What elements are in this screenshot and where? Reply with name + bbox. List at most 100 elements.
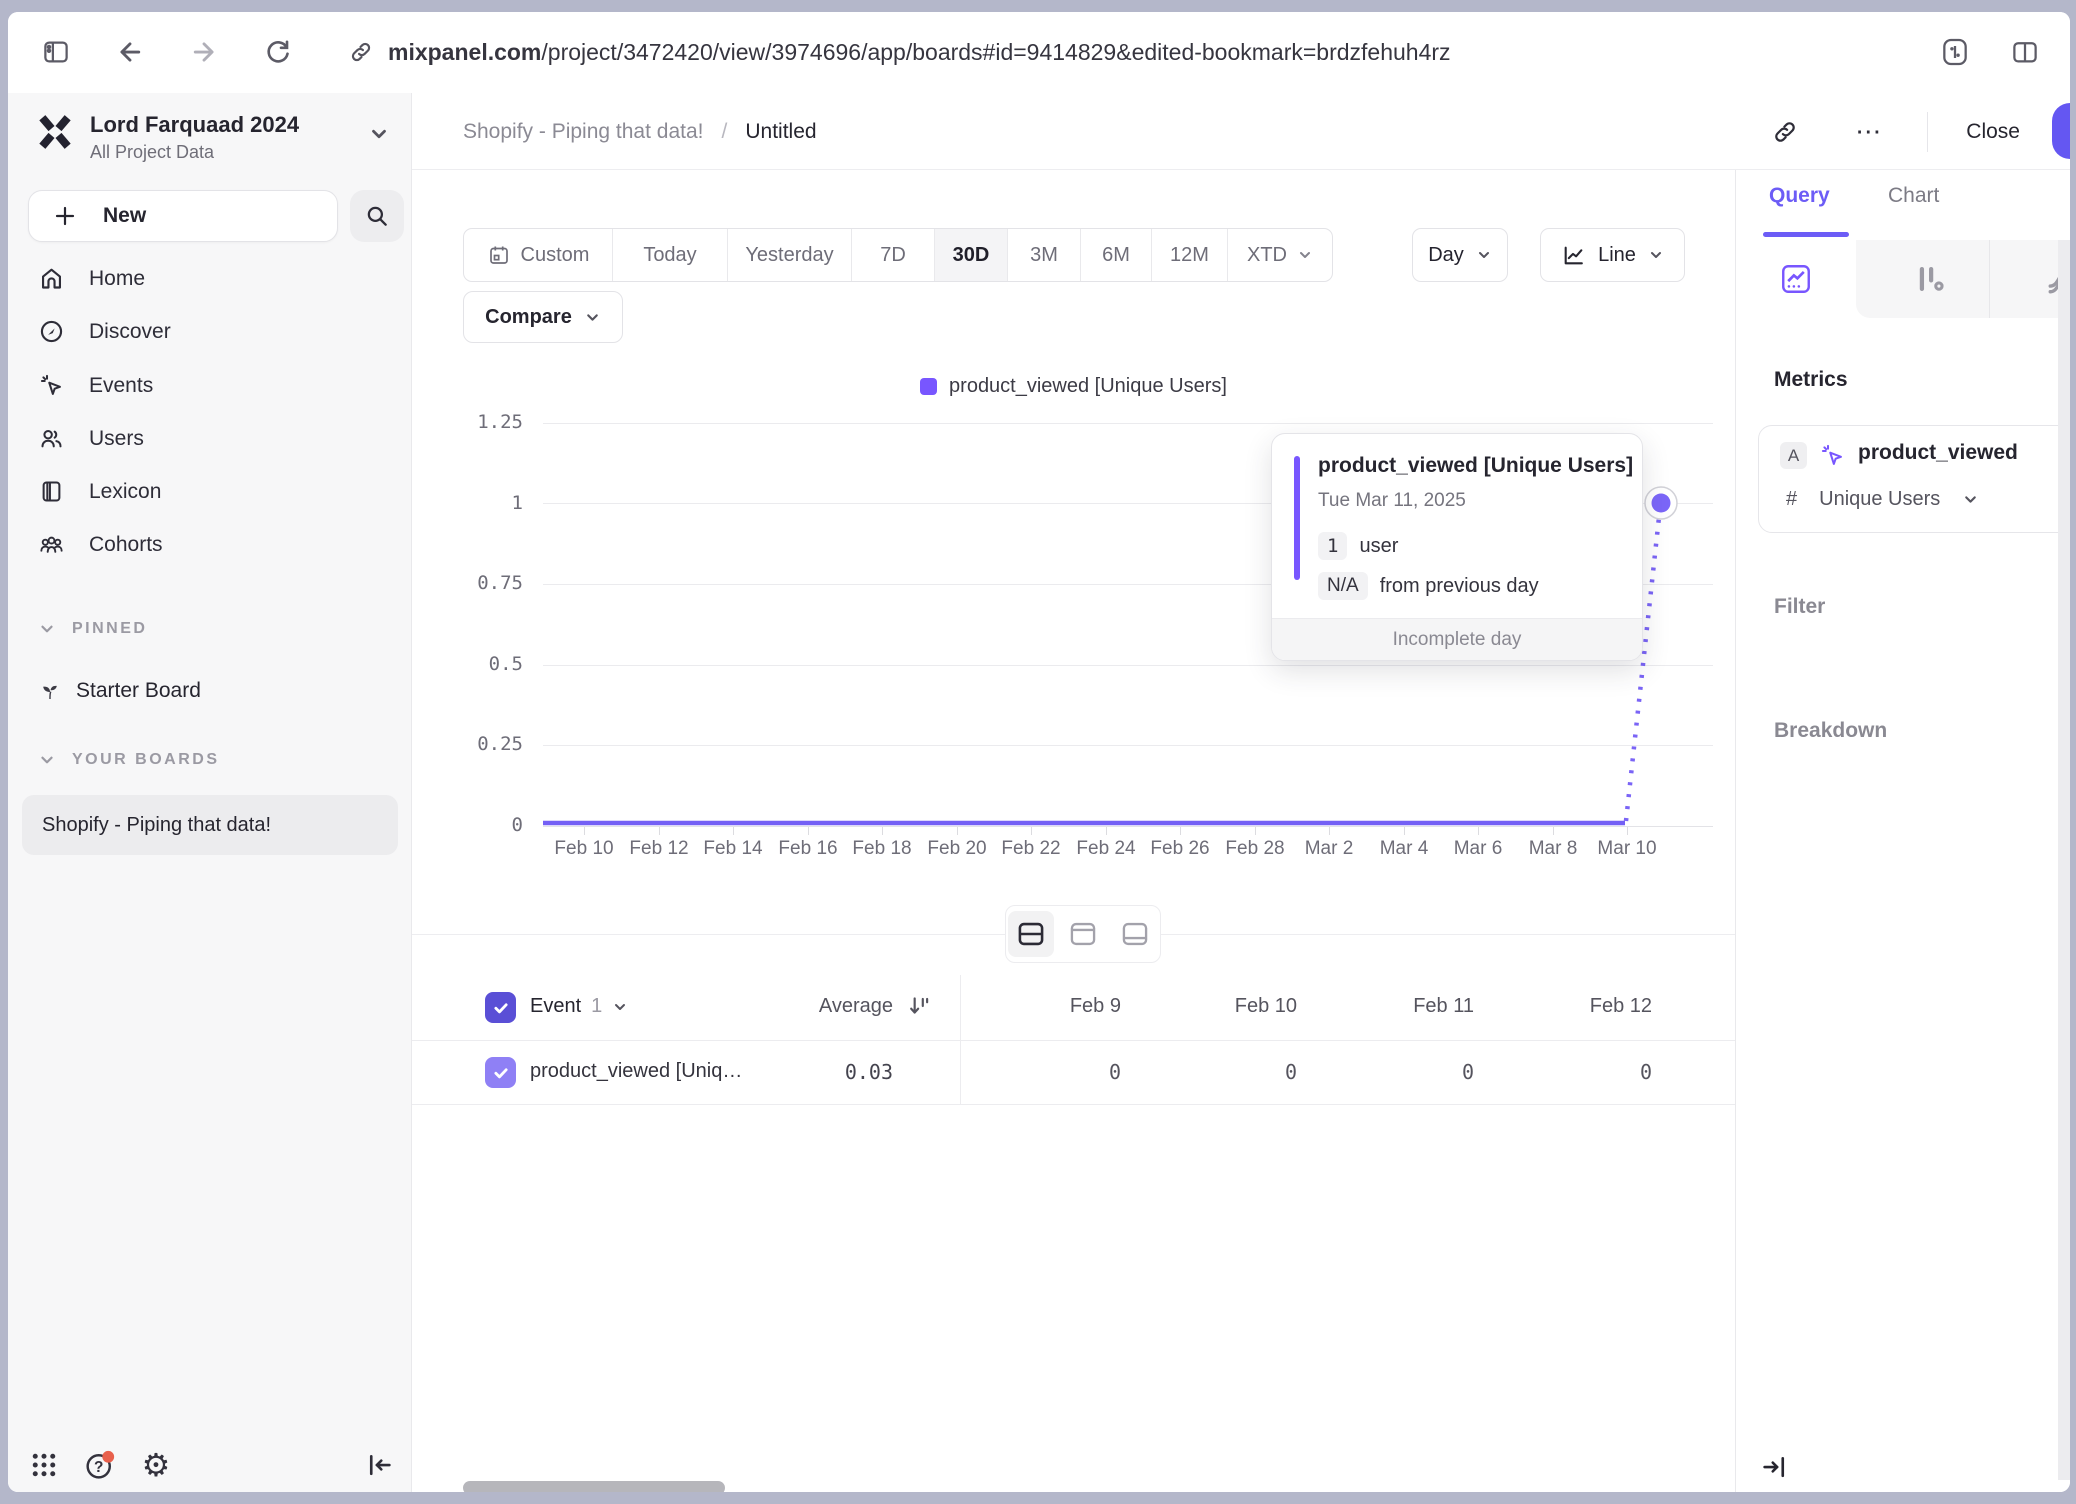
metric-card[interactable]: A product_viewed # Unique Users [1758, 425, 2070, 533]
row-checkbox[interactable] [485, 1057, 516, 1088]
breadcrumb-report[interactable]: Untitled [745, 120, 816, 144]
url-path: /project/3472420/view/3974696/app/boards… [541, 39, 1450, 65]
metric-event-name[interactable]: product_viewed [1858, 441, 2018, 465]
sidebar-item-label: Cohorts [89, 533, 163, 557]
insights-tab[interactable] [1736, 240, 1856, 318]
settings-gear-icon[interactable]: ⚙ [136, 1445, 176, 1485]
sidebar-item-board-shopify[interactable]: Shopify - Piping that data! [22, 795, 398, 855]
chevron-down-icon [612, 999, 628, 1015]
url-bar[interactable]: mixpanel.com/project/3472420/view/397469… [348, 30, 1451, 74]
sidebar-item-discover[interactable]: Discover [8, 305, 412, 358]
search-button[interactable] [350, 190, 404, 242]
copy-link-icon[interactable] [1771, 118, 1799, 146]
event-cursor-icon [1819, 442, 1846, 469]
event-cursor-icon [38, 372, 65, 399]
select-all-checkbox[interactable] [485, 992, 516, 1023]
more-options-icon[interactable]: ⋯ [1855, 116, 1883, 147]
tooltip-delta: N/A [1318, 572, 1368, 600]
forward-icon[interactable] [182, 30, 226, 74]
url-host: mixpanel.com [388, 39, 541, 65]
report-content: Custom Today Yesterday 7D 30D 3M 6M 12M … [412, 170, 1735, 1492]
sidebar-item-home[interactable]: Home [8, 252, 412, 305]
sidebar-item-users[interactable]: Users [8, 412, 412, 465]
mixpanel-logo-icon [36, 113, 74, 151]
pinned-section-header[interactable]: PINNED [38, 620, 147, 638]
tooltip-title: product_viewed [Unique Users] [1318, 454, 1633, 478]
tab-divider [1989, 240, 1990, 318]
date-column-header[interactable]: Feb 11 [1297, 995, 1474, 1018]
breakdown-section-label[interactable]: Breakdown [1774, 719, 1887, 743]
tab-chart[interactable]: Chart [1888, 184, 1939, 208]
metric-aggregation[interactable]: # Unique Users [1786, 488, 1979, 511]
lexicon-icon [38, 478, 65, 505]
new-button[interactable]: New [28, 190, 338, 242]
cohorts-icon [38, 531, 65, 558]
browser-sidebar-toggle-icon[interactable] [34, 30, 78, 74]
save-button-edge[interactable] [2052, 103, 2070, 159]
filter-section-label[interactable]: Filter [1774, 595, 1825, 619]
collapse-panel-icon[interactable] [1759, 1452, 1789, 1482]
table-row[interactable]: product_viewed [Unique Users] 0.03 0 0 0… [412, 1040, 1735, 1105]
search-icon [364, 203, 390, 229]
breadcrumb-board[interactable]: Shopify - Piping that data! [463, 120, 704, 144]
compass-icon [38, 318, 65, 345]
row-average-value: 0.03 [733, 1060, 893, 1084]
layout-toggle-group [1005, 905, 1161, 963]
apps-grid-icon[interactable] [24, 1445, 64, 1485]
sidebar-item-cohorts[interactable]: Cohorts [8, 518, 412, 571]
sort-icon[interactable] [906, 993, 932, 1019]
layout-split-button[interactable] [1008, 911, 1054, 957]
sidebar-item-label: Discover [89, 320, 171, 344]
query-panel: Query Chart Metrics A [1735, 170, 2070, 1492]
row-cell-value: 0 [1297, 1060, 1474, 1084]
page-settings-icon[interactable] [1933, 30, 1977, 74]
sidebar-item-starter-board[interactable]: Starter Board [38, 679, 201, 703]
sprout-icon [38, 679, 62, 703]
project-scope: All Project Data [90, 142, 214, 163]
event-column-header[interactable]: Event 1 [530, 995, 628, 1018]
panel-scrollbar-track[interactable] [2058, 240, 2070, 1480]
data-point [1652, 494, 1671, 513]
layout-table-only-button[interactable] [1112, 911, 1158, 957]
project-name[interactable]: Lord Farquaad 2024 [90, 112, 299, 138]
main-area: Shopify - Piping that data! / Untitled ⋯… [412, 93, 2070, 1492]
tooltip-accent-bar [1294, 456, 1300, 580]
sidebar-item-lexicon[interactable]: Lexicon [8, 465, 412, 518]
metric-letter-chip: A [1780, 442, 1807, 469]
breadcrumb: Shopify - Piping that data! / Untitled [463, 93, 817, 170]
split-view-icon[interactable] [2003, 30, 2047, 74]
sidebar-item-events[interactable]: Events [8, 359, 412, 412]
date-column-header[interactable]: Feb 9 [944, 995, 1121, 1018]
close-button[interactable]: Close [1966, 120, 2020, 144]
back-icon[interactable] [108, 30, 152, 74]
board-header: Shopify - Piping that data! / Untitled ⋯… [412, 93, 2070, 170]
row-event-name: product_viewed [Unique Users] [530, 1060, 744, 1083]
your-boards-section-header[interactable]: YOUR BOARDS [38, 751, 220, 769]
tab-query[interactable]: Query [1769, 184, 1830, 208]
row-cell-value: 0 [1475, 1060, 1652, 1084]
aggregation-label: Unique Users [1819, 488, 1940, 511]
sidebar-item-label: Lexicon [89, 480, 161, 504]
users-icon [38, 425, 65, 452]
pinned-label: PINNED [72, 620, 147, 638]
help-icon[interactable]: ? [80, 1445, 120, 1485]
date-column-header[interactable]: Feb 10 [1120, 995, 1297, 1018]
your-boards-label: YOUR BOARDS [72, 751, 220, 769]
layout-chart-only-button[interactable] [1060, 911, 1106, 957]
tooltip-value-unit: user [1359, 535, 1398, 558]
date-column-header[interactable]: Feb 12 [1475, 995, 1652, 1018]
breadcrumb-separator: / [722, 120, 728, 144]
project-chevron-down-icon[interactable] [368, 123, 390, 145]
active-board-label: Shopify - Piping that data! [42, 814, 271, 837]
funnels-tab[interactable] [1869, 240, 1989, 318]
average-column-header[interactable]: Average [733, 995, 893, 1018]
check-icon [492, 1064, 510, 1082]
new-button-label: New [103, 204, 146, 228]
insights-icon [1779, 262, 1813, 296]
home-icon [38, 265, 65, 292]
reload-icon[interactable] [256, 30, 300, 74]
horizontal-scrollbar-thumb[interactable] [463, 1481, 725, 1492]
browser-window: mixpanel.com/project/3472420/view/397469… [8, 12, 2070, 1492]
row-cell-value: 0 [1120, 1060, 1297, 1084]
collapse-sidebar-icon[interactable] [360, 1445, 400, 1485]
